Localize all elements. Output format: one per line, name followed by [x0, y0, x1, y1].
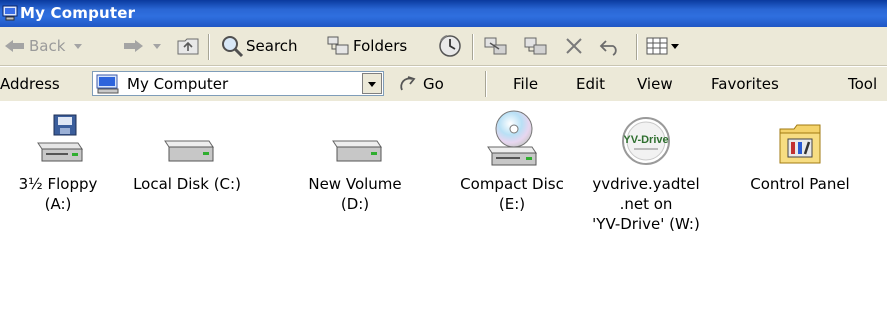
chevron-down-icon	[671, 44, 679, 49]
delete-x-icon	[566, 38, 582, 54]
menu-file[interactable]: File	[513, 75, 538, 93]
toolbar-separator	[208, 34, 210, 60]
folders-icon	[327, 36, 349, 55]
drive-label: New Volume (D:)	[308, 175, 402, 213]
drive-item-new-volume-d[interactable]: New Volume (D:)	[297, 111, 413, 214]
toolbar-separator	[472, 34, 474, 60]
network-drive-icon: YV-Drive	[622, 117, 670, 165]
drive-label: Control Panel	[750, 175, 850, 193]
folders-button[interactable]: Folders	[326, 27, 407, 65]
drive-item-network-w[interactable]: YV-Drive yvdrive.yadtel .net on 'YV-Driv…	[588, 111, 704, 234]
menu-favorites[interactable]: Favorites	[711, 75, 779, 93]
back-button[interactable]: Back	[4, 27, 85, 65]
chevron-down-icon	[74, 44, 83, 49]
window-title: My Computer	[20, 4, 136, 22]
undo-icon	[599, 40, 617, 56]
drive-item-compact-disc-e[interactable]: Compact Disc (E:)	[454, 110, 570, 214]
drive-label: Compact Disc (E:)	[460, 175, 564, 213]
undo-button[interactable]	[598, 27, 622, 65]
drive-label: yvdrive.yadtel .net on 'YV-Drive' (W:)	[592, 175, 700, 233]
up-folder-button[interactable]	[176, 27, 200, 65]
history-icon	[439, 35, 461, 57]
drive-label: Local Disk (C:)	[133, 175, 241, 193]
standard-toolbar: Back Search Folders	[0, 27, 887, 66]
forward-button[interactable]	[122, 27, 164, 65]
control-panel-icon	[779, 124, 821, 164]
go-button[interactable]: Go	[398, 71, 444, 96]
views-grid-icon	[646, 37, 668, 55]
title-bar[interactable]: My Computer	[0, 0, 887, 27]
go-label: Go	[423, 74, 444, 93]
my-computer-icon	[96, 74, 119, 94]
move-to-button[interactable]	[483, 27, 509, 65]
drive-item-floppy[interactable]: 3½ Floppy (A:)	[0, 111, 116, 214]
history-button[interactable]	[437, 27, 463, 65]
address-bar: Address My Computer Go File Edit View Fa…	[0, 66, 887, 102]
menu-edit[interactable]: Edit	[576, 75, 605, 93]
search-icon	[222, 36, 244, 58]
file-view: 3½ Floppy (A:) Local Disk (C:) New Volum…	[0, 101, 887, 318]
chevron-down-icon	[368, 81, 376, 87]
toolbar-separator	[636, 34, 638, 60]
back-arrow-icon	[5, 40, 24, 52]
copy-to-button[interactable]	[523, 27, 549, 65]
address-value: My Computer	[127, 75, 229, 93]
menu-view[interactable]: View	[637, 75, 673, 93]
menu-separator	[485, 71, 487, 97]
hard-disk-icon	[332, 140, 382, 162]
menu-tools[interactable]: Tool	[848, 75, 877, 93]
back-label: Back	[29, 37, 66, 55]
hard-disk-icon	[164, 140, 214, 162]
go-arrow-icon	[400, 75, 416, 90]
address-input[interactable]: My Computer	[92, 71, 384, 96]
chevron-down-icon	[153, 44, 161, 49]
forward-arrow-icon	[124, 40, 143, 52]
drive-label: 3½ Floppy (A:)	[18, 175, 98, 213]
folders-label: Folders	[353, 37, 408, 55]
network-drive-logo-text: YV-Drive	[623, 134, 668, 146]
views-button[interactable]	[646, 27, 681, 65]
address-dropdown-button[interactable]	[362, 73, 382, 94]
copy-to-icon	[524, 37, 547, 55]
move-to-icon	[484, 37, 507, 55]
my-computer-icon	[2, 5, 18, 21]
delete-button[interactable]	[563, 27, 585, 65]
address-label: Address	[0, 75, 60, 93]
drive-item-local-disk-c[interactable]: Local Disk (C:)	[129, 111, 245, 194]
search-label: Search	[246, 37, 298, 55]
search-button[interactable]: Search	[220, 27, 298, 65]
cd-drive-icon	[487, 110, 537, 166]
drive-item-control-panel[interactable]: Control Panel	[742, 111, 858, 194]
up-folder-icon	[177, 38, 199, 55]
floppy-drive-icon	[37, 114, 83, 162]
